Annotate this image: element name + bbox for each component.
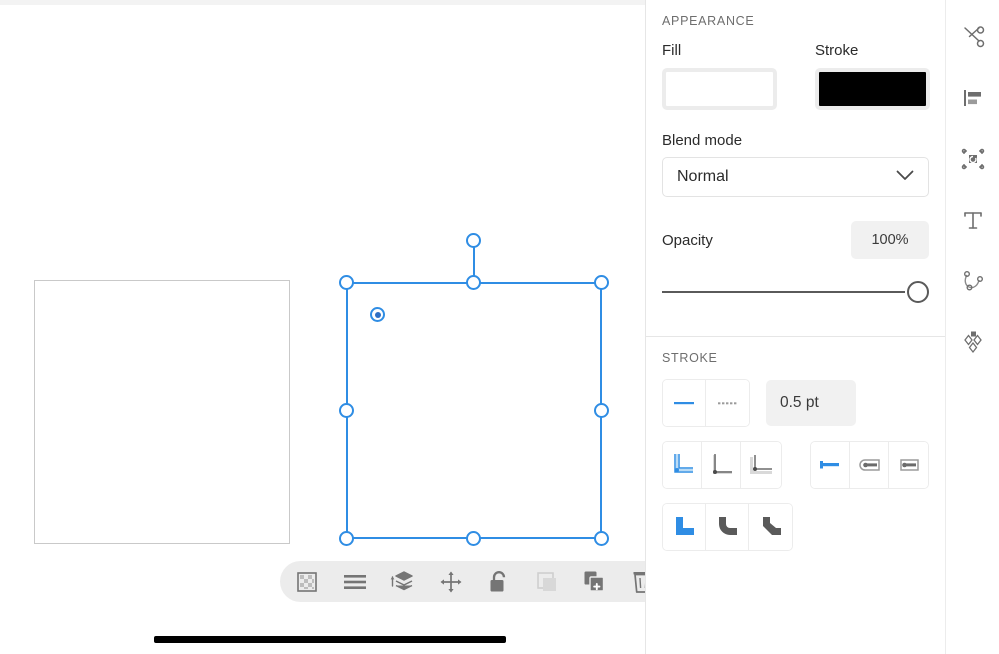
duplicate-icon[interactable] [582,569,608,595]
stroke-width-input[interactable]: 0.5 pt [766,380,856,426]
rotation-handle[interactable] [466,233,481,248]
handle-bottom-left[interactable] [339,531,354,546]
transform-icon[interactable] [956,142,990,176]
stroke-join-group[interactable] [662,503,793,551]
stroke-style-group[interactable] [662,379,750,427]
dashed-line-icon[interactable] [706,380,749,426]
opacity-slider-track [662,291,905,293]
selection-bounding-box [346,282,602,539]
transparency-icon[interactable] [294,569,320,595]
stroke-cap-group[interactable] [809,441,929,489]
unlock-icon[interactable] [486,569,512,595]
opacity-label: Opacity [662,231,713,249]
cap-butt-icon[interactable] [810,442,850,488]
text-icon[interactable] [956,203,990,237]
blend-mode-value: Normal [677,168,729,185]
handle-bottom-right[interactable] [594,531,609,546]
fill-swatch[interactable] [662,68,777,110]
stroke-join-row [662,503,929,551]
stroke-align-inside-icon[interactable] [702,442,742,488]
stroke-swatch[interactable] [815,68,930,110]
tool-rail [945,0,999,654]
fill-stroke-row: Fill Stroke [662,42,930,110]
app-root: APPEARANCE Fill Stroke Blend mode Normal… [0,0,999,654]
opacity-value-input[interactable]: 100% [851,221,929,259]
handle-top-center[interactable] [466,275,481,290]
opacity-slider[interactable] [662,281,929,303]
arrange-icon[interactable] [390,569,416,595]
cap-square-icon[interactable] [888,442,929,488]
stroke-align-outside-icon[interactable] [741,442,781,488]
stroke-align-group[interactable] [662,441,782,489]
panel-divider [646,336,946,337]
move-icon[interactable] [438,569,464,595]
solid-line-icon[interactable] [663,380,706,426]
handle-top-left[interactable] [339,275,354,290]
black-bar-shape[interactable] [154,636,506,643]
stroke-section-title: STROKE [662,351,718,365]
join-bevel-icon[interactable] [749,504,792,550]
mask-icon[interactable] [534,569,560,595]
handle-top-right[interactable] [594,275,609,290]
delete-icon[interactable] [630,569,645,595]
stroke-control: Stroke [815,42,930,110]
shape-builder-icon[interactable] [956,325,990,359]
appearance-section-title: APPEARANCE [662,14,755,28]
properties-panel: APPEARANCE Fill Stroke Blend mode Normal… [645,0,946,654]
opacity-row: Opacity 100% [662,221,929,259]
stroke-align-cap-row [662,441,929,489]
blend-mode-select[interactable]: Normal [662,157,929,197]
align-icon[interactable] [342,569,368,595]
stroke-style-row: 0.5 pt [662,379,929,427]
cap-round-icon[interactable] [849,442,889,488]
handle-bottom-center[interactable] [466,531,481,546]
handle-middle-left[interactable] [339,403,354,418]
chevron-down-icon [896,168,914,186]
blend-mode-label: Blend mode [662,132,743,149]
join-round-icon[interactable] [706,504,749,550]
pen-path-icon[interactable] [956,264,990,298]
anchor-point-handle[interactable] [370,307,385,322]
stroke-label: Stroke [815,42,859,59]
context-toolbar[interactable] [280,561,645,602]
join-miter-icon[interactable] [663,504,706,550]
fill-control: Fill [662,42,777,110]
opacity-slider-thumb[interactable] [907,281,929,303]
unselected-square-shape[interactable] [34,280,290,544]
align-left-icon[interactable] [956,81,990,115]
canvas-area[interactable] [0,5,645,654]
handle-middle-right[interactable] [594,403,609,418]
stroke-align-center-icon[interactable] [663,442,703,488]
scissors-icon[interactable] [956,20,990,54]
fill-label: Fill [662,42,682,59]
